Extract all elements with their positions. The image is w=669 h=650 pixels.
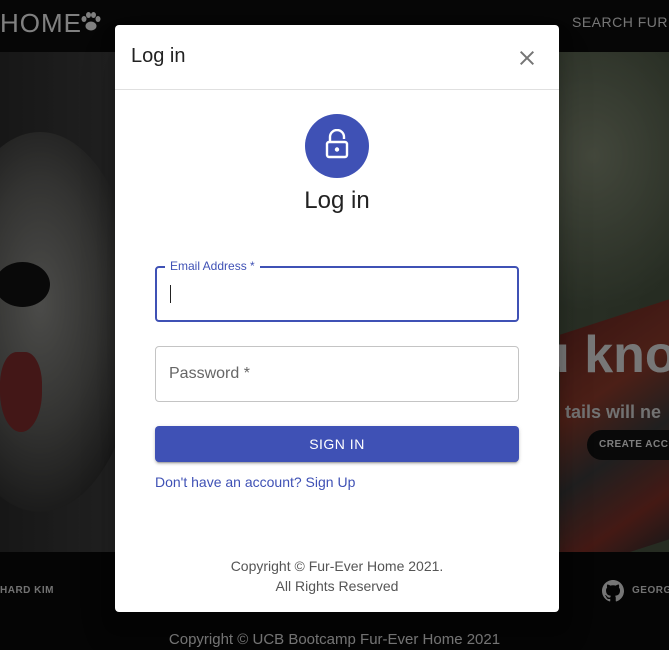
dialog-copyright: Copyright © Fur-Ever Home 2021. xyxy=(230,558,444,574)
close-icon[interactable] xyxy=(515,46,539,70)
lock-avatar xyxy=(305,114,369,178)
dialog-heading: Log in xyxy=(304,187,370,214)
password-field[interactable]: Password * xyxy=(155,346,519,402)
email-input[interactable] xyxy=(157,268,517,320)
sign-up-link[interactable]: Don't have an account? Sign Up xyxy=(155,474,355,490)
login-dialog: Log in Log in Email Address * Password *… xyxy=(115,25,559,612)
dialog-title: Log in xyxy=(131,45,186,67)
password-input[interactable] xyxy=(156,347,518,401)
email-field[interactable]: Email Address * xyxy=(155,259,519,322)
sign-in-button[interactable]: SIGN IN xyxy=(155,426,519,462)
dialog-header: Log in xyxy=(115,25,559,90)
dialog-rights: All Rights Reserved xyxy=(275,578,399,594)
lock-open-icon xyxy=(324,128,350,164)
